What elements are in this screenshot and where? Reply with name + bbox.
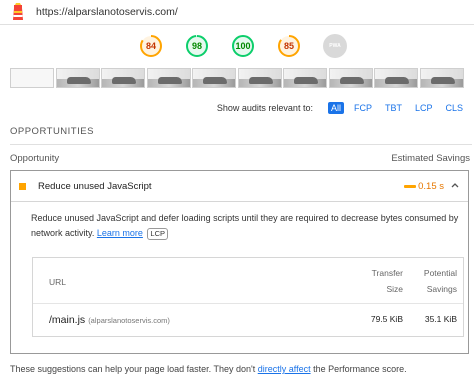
page-url[interactable]: https://alparslanotoservis.com/ [36, 6, 178, 18]
metric-tag: LCP [147, 228, 169, 240]
filmstrip [10, 68, 470, 88]
savings-value: 0.15 s [418, 181, 444, 192]
audit-header[interactable]: Reduce unused JavaScript 0.15 s [11, 171, 468, 202]
filter-chip-fcp[interactable]: FCP [351, 102, 375, 114]
filmstrip-frame [328, 68, 373, 88]
th-url: URL [49, 277, 67, 287]
row-url: /main.js (alparslanotoservis.com) [49, 314, 170, 326]
score-value: 100 [235, 41, 251, 51]
th-transfer-size: Transfer Size [372, 265, 403, 297]
row-transfer-size: 79.5 KiB [370, 314, 403, 324]
filter-label: Show audits relevant to: [216, 103, 313, 113]
filmstrip-frame [283, 68, 327, 88]
url-bar: https://alparslanotoservis.com/ [0, 0, 474, 25]
filmstrip-frame [146, 68, 191, 88]
score-gauge-best-practices[interactable]: 100 [231, 34, 255, 58]
section-title: OPPORTUNITIES [10, 126, 94, 137]
footer-note: These suggestions can help your page loa… [10, 364, 407, 374]
filmstrip-frame [192, 68, 236, 88]
details-table: URL Transfer Size Potential Savings /mai… [32, 257, 464, 337]
column-header-opportunity: Opportunity [10, 153, 60, 164]
footer-prefix: These suggestions can help your page loa… [10, 364, 258, 374]
description-text: Reduce unused JavaScript and defer loadi… [31, 213, 459, 238]
audit-filter: Show audits relevant to: All FCP TBT LCP… [217, 102, 466, 114]
filmstrip-frame [419, 68, 464, 88]
filmstrip-frame [237, 68, 282, 88]
score-gauge-seo[interactable]: 85 [277, 34, 301, 58]
score-value: 84 [145, 41, 156, 51]
pwa-label: PWA [329, 43, 341, 49]
table-row[interactable]: /main.js (alparslanotoservis.com) 79.5 Ki… [33, 304, 463, 337]
savings-bar [404, 185, 416, 188]
filter-chip-tbt[interactable]: TBT [382, 102, 405, 114]
row-url-host: (alparslanotoservis.com) [88, 316, 170, 325]
filmstrip-frame [374, 68, 418, 88]
lighthouse-icon [8, 2, 28, 22]
chevron-up-icon[interactable] [450, 180, 460, 190]
filmstrip-frame [10, 68, 54, 88]
table-header-row: URL Transfer Size Potential Savings [33, 258, 463, 304]
row-potential-savings: 35.1 KiB [424, 314, 457, 324]
th-potential-savings: Potential Savings [424, 265, 457, 297]
filter-chip-all[interactable]: All [327, 102, 344, 114]
audit-description: Reduce unused JavaScript and defer loadi… [11, 202, 468, 241]
footer-suffix: the Performance score. [310, 364, 407, 374]
warning-square-icon [19, 182, 26, 190]
th-transfer-size-text: Transfer Size [371, 268, 403, 294]
score-gauge-performance[interactable]: 84 [139, 34, 163, 58]
score-value: 98 [191, 41, 202, 51]
audit-title: Reduce unused JavaScript [38, 180, 152, 192]
filmstrip-frame [55, 68, 100, 88]
audit-card: Reduce unused JavaScript 0.15 s Reduce u… [10, 170, 469, 354]
score-value: 85 [283, 41, 294, 51]
filter-chip-cls[interactable]: CLS [442, 102, 466, 114]
th-potential-savings-text: Potential Savings [423, 268, 457, 294]
learn-more-link[interactable]: Learn more [97, 228, 143, 238]
divider [10, 144, 472, 145]
score-gauge-accessibility[interactable]: 98 [185, 34, 209, 58]
column-header-savings: Estimated Savings [391, 153, 470, 164]
filter-chip-lcp[interactable]: LCP [412, 102, 436, 114]
score-gauges: 84 98 100 85 PWA [139, 34, 355, 58]
filmstrip-frame [101, 68, 145, 88]
pwa-badge-icon[interactable]: PWA [323, 34, 347, 58]
row-url-path: /main.js [49, 314, 86, 326]
directly-affect-link[interactable]: directly affect [258, 364, 311, 374]
